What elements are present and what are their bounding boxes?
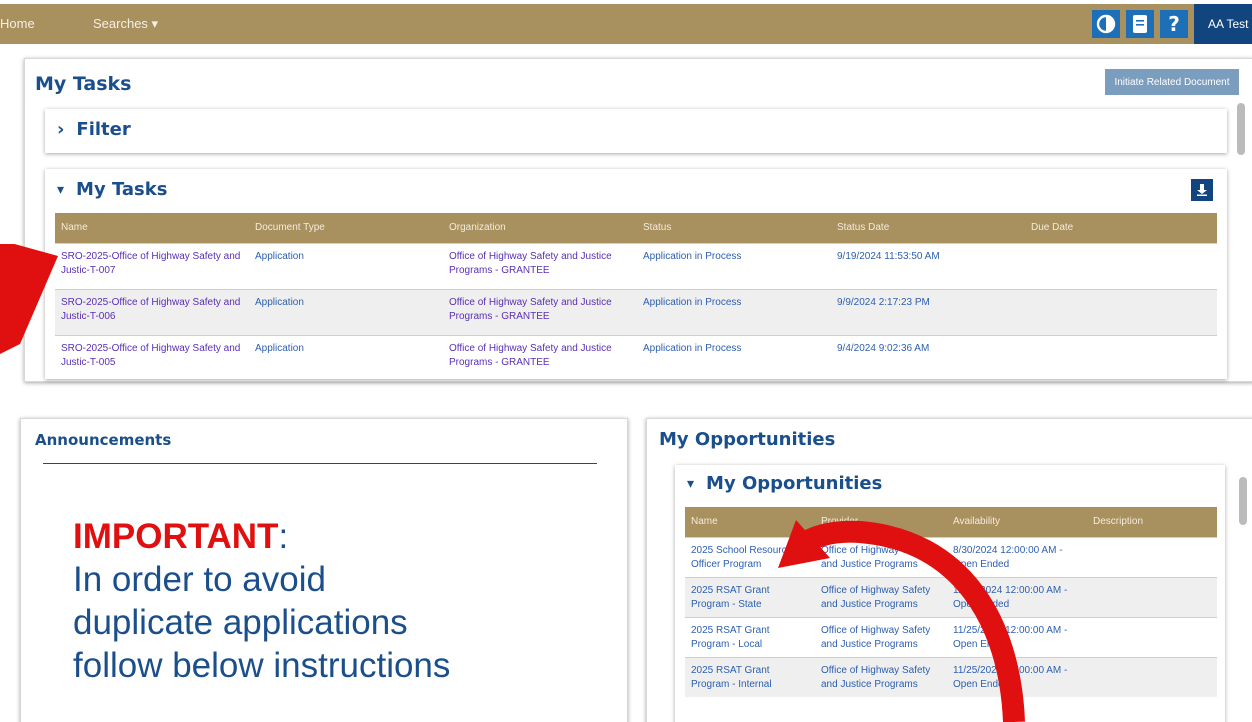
task-due-date [1025, 242, 1217, 289]
contrast-icon[interactable] [1092, 10, 1120, 38]
my-opportunities-section: ▾ My Opportunities Name Provider Availab… [675, 465, 1225, 722]
opportunity-description [1087, 616, 1217, 657]
important-label: IMPORTANT [73, 517, 279, 556]
task-organization-link[interactable]: Office of Highway Safety and Justice Pro… [443, 334, 637, 379]
my-opportunities-title: My Opportunities [659, 429, 836, 450]
announcements-panel: Announcements IMPORTANT: In order to avo… [20, 418, 628, 722]
my-tasks-panel: My Tasks Initiate Related Document › Fil… [24, 58, 1252, 382]
column-header[interactable]: Name [685, 507, 815, 537]
column-header[interactable]: Organization [443, 213, 637, 243]
my-tasks-section-label: My Tasks [76, 179, 168, 200]
task-name-link[interactable]: SRO-2025-Office of Highway Safety and Ju… [55, 288, 249, 335]
task-due-date [1025, 288, 1217, 335]
task-doc-type: Application [249, 288, 443, 335]
task-organization-link[interactable]: Office of Highway Safety and Justice Pro… [443, 242, 637, 289]
tasks-table: Name Document Type Organization Status S… [55, 213, 1217, 379]
nav-home-link[interactable]: Home [0, 16, 35, 31]
column-header[interactable]: Availability [947, 507, 1087, 537]
task-doc-type: Application [249, 334, 443, 379]
nav-searches-menu[interactable]: Searches ▾ [93, 16, 158, 32]
opportunity-availability: 11/25/2024 12:00:00 AM - Open Ended [947, 616, 1087, 657]
task-status: Application in Process [637, 242, 831, 289]
task-organization-link[interactable]: Office of Highway Safety and Justice Pro… [443, 288, 637, 335]
table-row[interactable]: SRO-2025-Office of Highway Safety and Ju… [55, 334, 1217, 379]
table-row[interactable]: 2025 RSAT Grant Program - Internal Offic… [685, 656, 1217, 697]
opportunity-availability: 11/25/2024 12:00:00 AM - Open Ended [947, 656, 1087, 697]
table-row[interactable]: SRO-2025-Office of Highway Safety and Ju… [55, 288, 1217, 335]
user-menu[interactable]: AA Test [1194, 4, 1252, 44]
book-icon[interactable] [1126, 10, 1154, 38]
annotation-arrow-left [0, 244, 58, 354]
opportunities-table-header: Name Provider Availability Description [685, 507, 1217, 537]
nav-right-tools: ? AA Test [1092, 4, 1252, 44]
tasks-scrollbar[interactable] [1237, 103, 1245, 155]
opportunity-description [1087, 536, 1217, 577]
filter-section[interactable]: › Filter [45, 109, 1227, 153]
task-status-date: 9/4/2024 9:02:36 AM [831, 334, 1025, 379]
chevron-down-icon: ▾ [687, 475, 695, 492]
task-due-date [1025, 334, 1217, 379]
opportunity-description [1087, 576, 1217, 617]
my-tasks-title: My Tasks [35, 73, 132, 95]
opportunity-name-link[interactable]: 2025 RSAT Grant Program - Internal [685, 656, 815, 697]
task-status: Application in Process [637, 334, 831, 379]
table-row[interactable]: 2025 RSAT Grant Program - Local Office o… [685, 616, 1217, 657]
opportunity-description [1087, 656, 1217, 697]
filter-label: Filter [76, 119, 131, 140]
important-colon: : [278, 517, 289, 556]
opportunity-name-link[interactable]: 2025 RSAT Grant Program - Local [685, 616, 815, 657]
opportunities-table: Name Provider Availability Description 2… [685, 507, 1217, 697]
column-header[interactable]: Status [637, 213, 831, 243]
opportunities-scrollbar[interactable] [1239, 477, 1247, 525]
table-row[interactable]: SRO-2025-Office of Highway Safety and Ju… [55, 242, 1217, 289]
chevron-down-icon: ▾ [57, 181, 65, 198]
announcement-line: duplicate applications [73, 603, 408, 642]
export-icon[interactable] [1191, 179, 1213, 201]
chevron-right-icon: › [57, 119, 65, 140]
top-nav: Home Searches ▾ ? AA Test [0, 4, 1252, 44]
my-opportunities-section-header[interactable]: ▾ My Opportunities [687, 473, 882, 494]
my-tasks-section: ▾ My Tasks Name Document Type Organizati… [45, 169, 1227, 379]
announcements-divider [43, 463, 597, 464]
task-doc-type: Application [249, 242, 443, 289]
my-tasks-section-header[interactable]: ▾ My Tasks [57, 179, 167, 200]
opportunity-provider: Office of Highway Safety and Justice Pro… [815, 536, 947, 577]
task-status-date: 9/9/2024 2:17:23 PM [831, 288, 1025, 335]
announcement-line: In order to avoid [73, 560, 326, 599]
opportunity-provider: Office of Highway Safety and Justice Pro… [815, 656, 947, 697]
column-header[interactable]: Name [55, 213, 249, 243]
table-row[interactable]: 2025 RSAT Grant Program - State Office o… [685, 576, 1217, 617]
my-opportunities-panel: My Opportunities ▾ My Opportunities Name… [646, 418, 1252, 722]
initiate-related-document-button[interactable]: Initiate Related Document [1105, 69, 1239, 95]
column-header[interactable]: Due Date [1025, 213, 1217, 243]
task-status-date: 9/19/2024 11:53:50 AM [831, 242, 1025, 289]
announcement-line: follow below instructions [73, 646, 451, 685]
announcement-text: IMPORTANT: In order to avoid duplicate a… [73, 515, 450, 687]
task-status: Application in Process [637, 288, 831, 335]
filter-header[interactable]: › Filter [57, 119, 131, 140]
task-name-link[interactable]: SRO-2025-Office of Highway Safety and Ju… [55, 334, 249, 379]
opportunity-name-link[interactable]: 2025 RSAT Grant Program - State [685, 576, 815, 617]
column-header[interactable]: Provider [815, 507, 947, 537]
opportunity-availability: 11/25/2024 12:00:00 AM - Open Ended [947, 576, 1087, 617]
table-row[interactable]: 2025 School Resource Officer Program Off… [685, 536, 1217, 577]
opportunity-provider: Office of Highway Safety and Justice Pro… [815, 576, 947, 617]
column-header[interactable]: Description [1087, 507, 1217, 537]
tasks-table-header: Name Document Type Organization Status S… [55, 213, 1217, 243]
announcements-title: Announcements [35, 431, 172, 449]
opportunity-availability: 8/30/2024 12:00:00 AM - Open Ended [947, 536, 1087, 577]
column-header[interactable]: Document Type [249, 213, 443, 243]
task-name-link[interactable]: SRO-2025-Office of Highway Safety and Ju… [55, 242, 249, 289]
opportunity-name-link[interactable]: 2025 School Resource Officer Program [685, 536, 815, 577]
my-opportunities-section-label: My Opportunities [706, 473, 883, 494]
opportunity-provider: Office of Highway Safety and Justice Pro… [815, 616, 947, 657]
column-header[interactable]: Status Date [831, 213, 1025, 243]
help-icon[interactable]: ? [1160, 10, 1188, 38]
